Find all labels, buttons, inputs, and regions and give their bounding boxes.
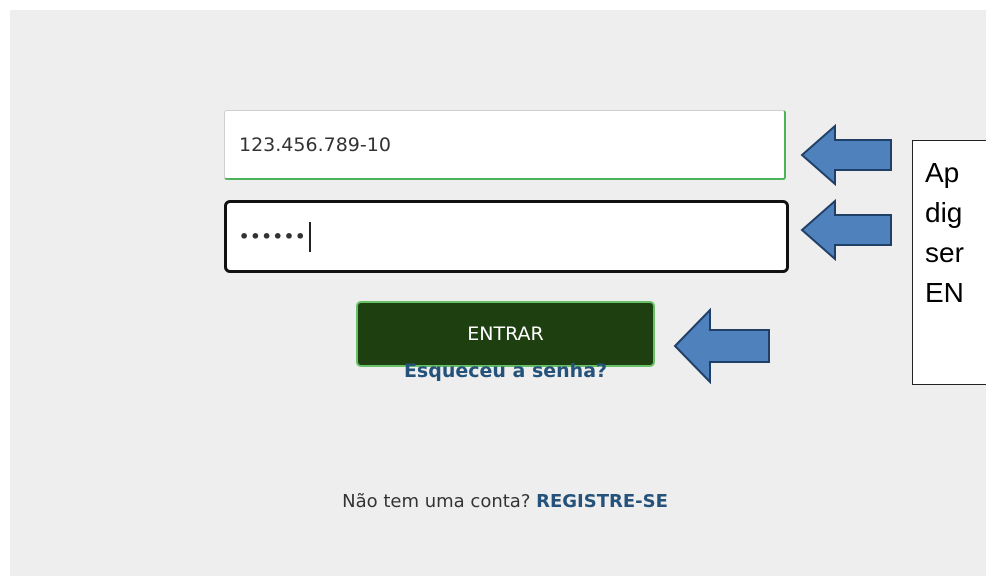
password-input[interactable]: •••••• xyxy=(224,200,789,273)
page: 123.456.789-10 •••••• ENTRAR Esqueceu a … xyxy=(0,0,986,586)
register-line: Não tem uma conta? REGISTRE-SE xyxy=(200,491,810,512)
callout-line-3: ser xyxy=(925,237,964,268)
callout-line-2: dig xyxy=(925,197,963,228)
forgot-password-label: Esqueceu a senha? xyxy=(403,360,608,382)
forgot-password-link[interactable]: Esqueceu a senha? xyxy=(356,354,655,381)
entrar-button-label: ENTRAR xyxy=(467,323,544,345)
callout-line-4: EN xyxy=(925,277,964,308)
password-input-value: •••••• xyxy=(239,227,307,246)
cpf-input[interactable]: 123.456.789-10 xyxy=(224,110,786,180)
instruction-callout: Ap dig ser EN xyxy=(912,140,986,385)
cpf-input-value: 123.456.789-10 xyxy=(239,133,391,156)
callout-line-1: Ap xyxy=(925,157,960,188)
text-caret xyxy=(309,221,312,252)
left-arrow-icon xyxy=(800,199,892,261)
no-account-text: Não tem uma conta? xyxy=(342,491,531,512)
register-link[interactable]: REGISTRE-SE xyxy=(536,491,668,512)
left-arrow-icon xyxy=(800,124,892,186)
left-arrow-icon xyxy=(673,308,770,384)
